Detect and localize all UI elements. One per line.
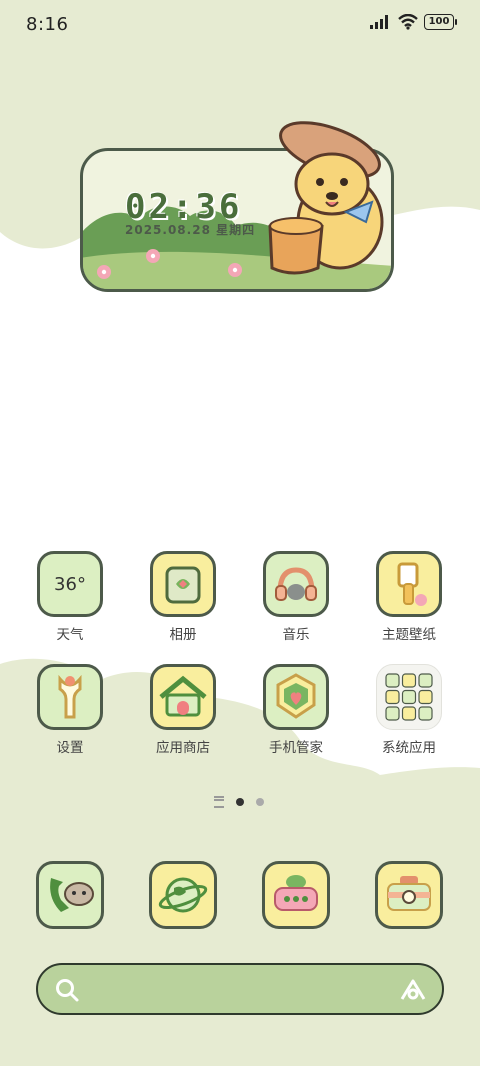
- app-label: 天气: [56, 627, 84, 643]
- status-icons: 100: [370, 14, 457, 30]
- app-label: 主题壁纸: [382, 627, 436, 643]
- music-icon: [263, 551, 329, 617]
- page-indicator[interactable]: [214, 796, 264, 808]
- settings-icon: [37, 664, 103, 730]
- app-security[interactable]: 手机管家: [251, 664, 341, 756]
- dog-mascot-icon: [268, 121, 384, 275]
- gallery-icon: [150, 551, 216, 617]
- themes-icon: [376, 551, 442, 617]
- app-gallery[interactable]: 相册: [138, 551, 228, 643]
- app-weather[interactable]: 36° 天气: [25, 551, 115, 643]
- dock-camera[interactable]: [364, 861, 454, 929]
- dock-messages[interactable]: [251, 861, 341, 929]
- app-settings[interactable]: 设置: [25, 664, 115, 756]
- app-music[interactable]: 音乐: [251, 551, 341, 643]
- app-label: 应用商店: [156, 740, 210, 756]
- app-label: 相册: [169, 627, 197, 643]
- cellular-signal-icon: [370, 15, 388, 29]
- phone-icon: [36, 861, 104, 929]
- messages-icon: [262, 861, 330, 929]
- search-bar[interactable]: [36, 963, 444, 1015]
- app-themes[interactable]: 主题壁纸: [364, 551, 454, 643]
- status-time: 8:16: [26, 14, 69, 35]
- page-dot-active: [236, 798, 244, 806]
- system-apps-folder-icon: [376, 664, 442, 730]
- security-icon: [263, 664, 329, 730]
- app-store[interactable]: 应用商店: [138, 664, 228, 756]
- camera-icon: [375, 861, 443, 929]
- dock-phone[interactable]: [25, 861, 115, 929]
- search-icon: [56, 979, 79, 1002]
- clock-widget[interactable]: 02:36 2025.08.28 星期四: [80, 118, 396, 296]
- battery-indicator: 100: [424, 14, 457, 30]
- app-label: 手机管家: [269, 740, 323, 756]
- assistant-icon[interactable]: [398, 977, 428, 1003]
- dock-browser[interactable]: [138, 861, 228, 929]
- app-label: 系统应用: [382, 740, 436, 756]
- page-dot: [256, 798, 264, 806]
- app-system-folder[interactable]: 系统应用: [364, 664, 454, 756]
- wifi-icon: [398, 14, 418, 30]
- app-label: 音乐: [282, 627, 310, 643]
- app-label: 设置: [56, 740, 84, 756]
- status-bar: 8:16 100: [0, 0, 480, 50]
- weather-icon: 36°: [37, 551, 103, 617]
- widget-date: 2025.08.28 星期四: [125, 223, 256, 237]
- weather-temp: 36°: [54, 574, 86, 595]
- page-list-icon: [214, 796, 224, 808]
- browser-icon: [149, 861, 217, 929]
- app-store-icon: [150, 664, 216, 730]
